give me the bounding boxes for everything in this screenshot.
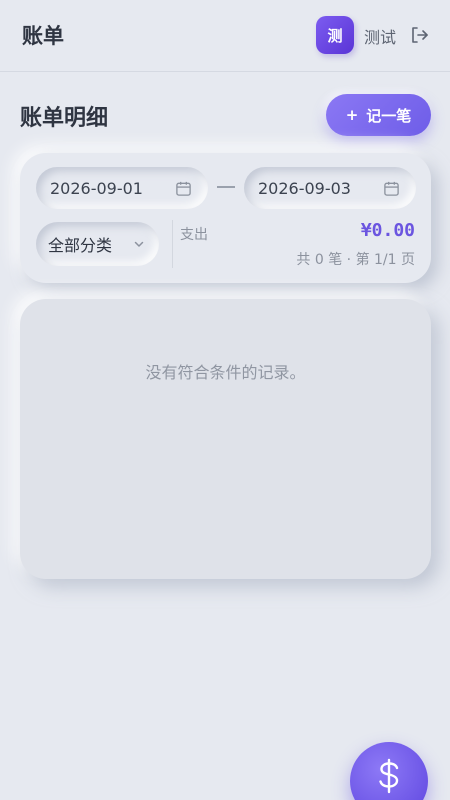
date-separator bbox=[217, 186, 235, 188]
quick-add-button[interactable] bbox=[350, 742, 428, 800]
chevron-down-icon bbox=[134, 241, 144, 247]
summary-meta: 共 0 笔 · 第 1/1 页 bbox=[296, 252, 415, 268]
records-list: 没有符合条件的记录。 bbox=[20, 299, 431, 579]
username[interactable]: 测试 bbox=[364, 24, 396, 48]
top-bar: 账单 测 测试 bbox=[0, 0, 450, 72]
avatar[interactable]: 测 bbox=[316, 16, 354, 54]
add-record-label: 记一笔 bbox=[366, 106, 412, 125]
app-title: 账单 bbox=[22, 24, 64, 48]
dollar-icon bbox=[379, 758, 399, 794]
start-date-value: 2026-09-01 bbox=[50, 178, 143, 198]
divider bbox=[172, 220, 173, 268]
end-date-value: 2026-09-03 bbox=[258, 178, 351, 198]
start-date-input[interactable]: 2026-09-01 bbox=[36, 167, 208, 209]
logout-icon[interactable] bbox=[409, 25, 429, 45]
calendar-icon[interactable] bbox=[383, 180, 400, 197]
calendar-icon[interactable] bbox=[175, 180, 192, 197]
summary-label: 支出 bbox=[180, 227, 208, 243]
category-value: 全部分类 bbox=[48, 236, 113, 255]
empty-message: 没有符合条件的记录。 bbox=[145, 363, 306, 382]
category-select[interactable]: 全部分类 bbox=[36, 222, 159, 266]
filter-card: 2026-09-01 2026-09-03 全部分类 支出 ¥0.00 共 0 … bbox=[20, 153, 431, 283]
plus-icon: + bbox=[345, 106, 359, 124]
summary-amount: ¥0.00 bbox=[360, 220, 415, 241]
end-date-input[interactable]: 2026-09-03 bbox=[244, 167, 416, 209]
page-title: 账单明细 bbox=[20, 106, 109, 131]
add-record-button[interactable]: + 记一笔 bbox=[326, 94, 431, 136]
